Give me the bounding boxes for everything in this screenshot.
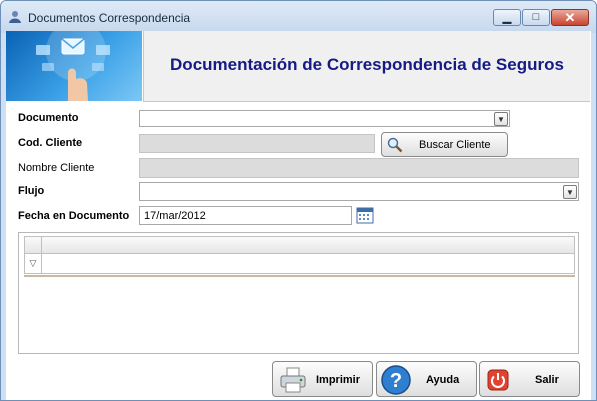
printer-icon <box>280 367 306 393</box>
maximize-button[interactable]: □ <box>522 9 550 26</box>
power-icon <box>487 369 509 391</box>
fecha-documento-field[interactable]: 17/mar/2012 <box>139 206 352 225</box>
client-area: Documentación de Correspondencia de Segu… <box>6 31 591 400</box>
svg-text:?: ? <box>390 370 402 392</box>
cod-cliente-label: Cod. Cliente <box>18 137 83 149</box>
filter-icon[interactable]: ▽ <box>25 254 42 273</box>
imprimir-button[interactable]: Imprimir <box>272 361 373 397</box>
window-title: Documentos Correspondencia <box>28 11 191 25</box>
banner-title-panel: Documentación de Correspondencia de Segu… <box>143 31 590 102</box>
fecha-documento-label: Fecha en Documento <box>18 210 130 222</box>
grid-divider <box>24 275 575 277</box>
fecha-documento-value: 17/mar/2012 <box>144 210 206 222</box>
grid-header <box>24 236 575 254</box>
data-grid[interactable]: ▽ <box>18 232 579 354</box>
buscar-cliente-button[interactable]: Buscar Cliente <box>381 132 508 157</box>
documento-select[interactable]: ▼ <box>139 110 510 127</box>
flujo-label: Flujo <box>18 185 45 197</box>
grid-filter-row[interactable]: ▽ <box>24 254 575 274</box>
cod-cliente-field[interactable] <box>139 134 375 153</box>
chevron-down-icon: ▼ <box>566 188 574 197</box>
help-icon: ? <box>381 365 411 395</box>
magnifier-icon <box>387 137 403 153</box>
banner-image <box>6 31 142 101</box>
minimize-button[interactable]: ▁ <box>493 9 521 26</box>
envelope-touch-image <box>36 31 110 101</box>
nombre-cliente-label: Nombre Cliente <box>18 162 95 174</box>
nombre-cliente-field[interactable] <box>139 158 579 178</box>
calendar-icon[interactable] <box>356 206 374 224</box>
title-bar[interactable]: Documentos Correspondencia ▁ □ ✕ <box>1 1 596 33</box>
close-icon: ✕ <box>564 10 576 25</box>
documento-label: Documento <box>18 112 79 124</box>
salir-label: Salir <box>535 374 559 386</box>
app-icon <box>9 11 21 23</box>
maximize-icon: □ <box>532 11 540 23</box>
close-button[interactable]: ✕ <box>551 9 589 26</box>
salir-button[interactable]: Salir <box>479 361 580 397</box>
flujo-dropdown-button[interactable]: ▼ <box>563 185 577 199</box>
app-window: Documentos Correspondencia ▁ □ ✕ Documen… <box>0 0 597 401</box>
ayuda-button[interactable]: ? Ayuda <box>376 361 477 397</box>
imprimir-label: Imprimir <box>316 374 361 386</box>
flujo-select[interactable]: ▼ <box>139 182 579 201</box>
banner-title: Documentación de Correspondencia de Segu… <box>170 55 564 74</box>
buscar-cliente-label: Buscar Cliente <box>419 139 491 151</box>
minimize-icon: ▁ <box>502 12 512 24</box>
documento-dropdown-button[interactable]: ▼ <box>494 112 508 126</box>
ayuda-label: Ayuda <box>426 374 460 386</box>
chevron-down-icon: ▼ <box>497 115 505 124</box>
grid-row-header-corner <box>25 237 42 253</box>
